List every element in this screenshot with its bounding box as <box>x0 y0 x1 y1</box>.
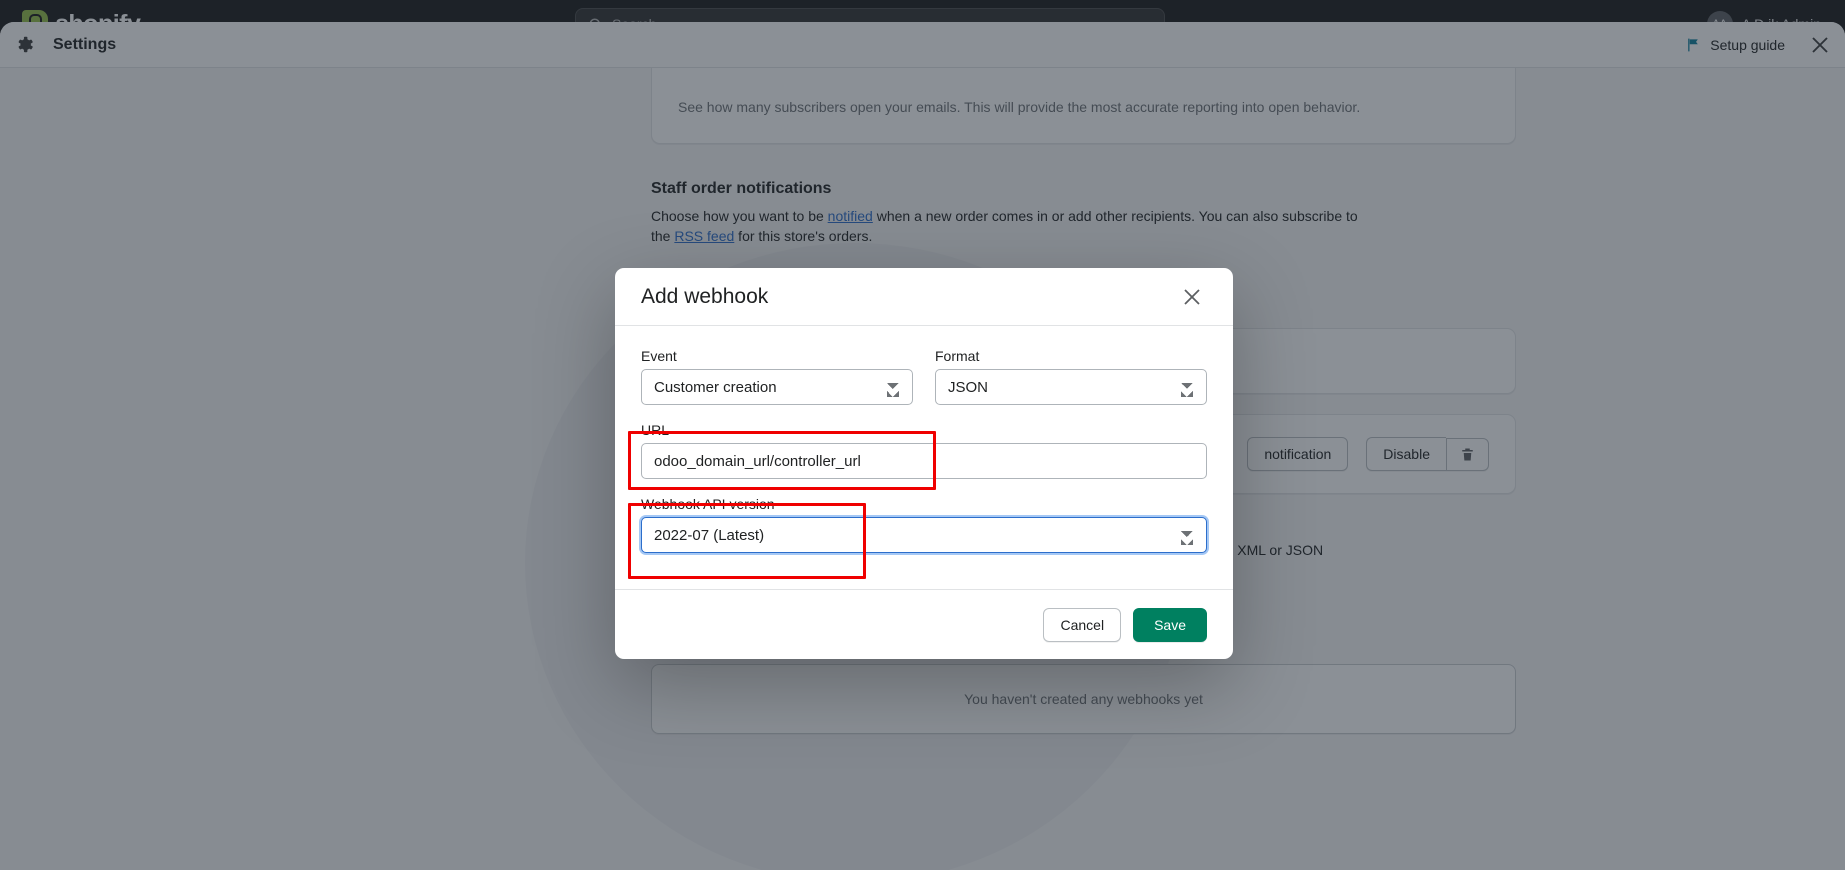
screen-root: shopify Search AA A D ik Admin Settings <box>0 0 1845 870</box>
api-version-select[interactable]: 2022-07 (Latest) <box>641 517 1207 553</box>
format-label: Format <box>935 348 980 364</box>
cancel-button[interactable]: Cancel <box>1043 607 1122 642</box>
url-input[interactable] <box>641 443 1207 479</box>
url-label: URL <box>641 422 670 438</box>
api-version-label: Webhook API version <box>641 496 775 512</box>
format-field: Format JSON <box>935 348 1207 405</box>
add-webhook-modal: Add webhook Event Customer creation Form… <box>615 268 1233 659</box>
api-version-field: Webhook API version 2022-07 (Latest) <box>641 496 1207 553</box>
event-label: Event <box>641 348 677 364</box>
modal-footer: Cancel Save <box>615 589 1233 659</box>
url-field: URL <box>641 422 1207 479</box>
event-field: Event Customer creation <box>641 348 913 405</box>
event-select[interactable]: Customer creation <box>641 369 913 405</box>
event-format-row: Event Customer creation Format JSON <box>641 348 1207 405</box>
format-select[interactable]: JSON <box>935 369 1207 405</box>
save-button[interactable]: Save <box>1133 607 1207 642</box>
modal-close-icon[interactable] <box>1177 282 1207 312</box>
modal-body: Event Customer creation Format JSON URL <box>615 326 1233 563</box>
modal-title: Add webhook <box>641 284 769 308</box>
modal-header: Add webhook <box>615 268 1233 326</box>
